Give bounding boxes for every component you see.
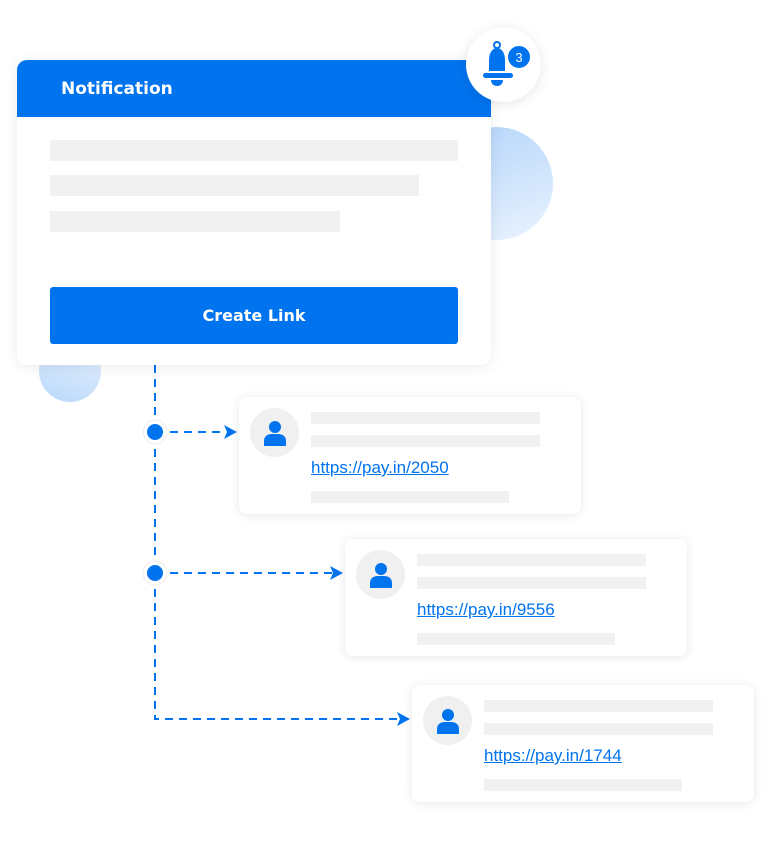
skeleton-line <box>311 435 540 447</box>
connector-node-dot <box>147 424 163 440</box>
avatar <box>356 550 405 599</box>
skeleton-line <box>50 140 458 161</box>
payment-link[interactable]: https://pay.in/1744 <box>484 746 622 766</box>
notification-title: Notification <box>61 78 173 99</box>
skeleton-line <box>311 491 509 503</box>
user-icon <box>263 420 286 446</box>
skeleton-line <box>50 175 419 196</box>
create-link-button[interactable]: Create Link <box>50 287 458 344</box>
arrow-right-icon <box>397 712 410 726</box>
notification-card: Notification Create Link <box>17 60 491 365</box>
user-icon <box>436 708 459 734</box>
link-card: https://pay.in/1744 <box>412 685 754 802</box>
skeleton-line <box>484 700 713 712</box>
payment-link[interactable]: https://pay.in/9556 <box>417 600 555 620</box>
skeleton-line <box>417 554 646 566</box>
user-icon <box>369 562 392 588</box>
avatar <box>423 696 472 745</box>
arrow-right-icon <box>224 425 237 439</box>
connector-node-dot <box>147 565 163 581</box>
link-card: https://pay.in/2050 <box>239 397 581 514</box>
notification-header: Notification <box>17 60 491 117</box>
skeleton-line <box>417 633 615 645</box>
notification-bell-button[interactable] <box>466 27 541 102</box>
skeleton-line <box>484 723 713 735</box>
skeleton-line <box>311 412 540 424</box>
skeleton-line <box>417 577 646 589</box>
skeleton-line <box>50 211 340 232</box>
skeleton-line <box>484 779 682 791</box>
link-card: https://pay.in/9556 <box>345 539 687 656</box>
avatar <box>250 408 299 457</box>
notification-badge: 3 <box>506 44 532 70</box>
payment-link[interactable]: https://pay.in/2050 <box>311 458 449 478</box>
